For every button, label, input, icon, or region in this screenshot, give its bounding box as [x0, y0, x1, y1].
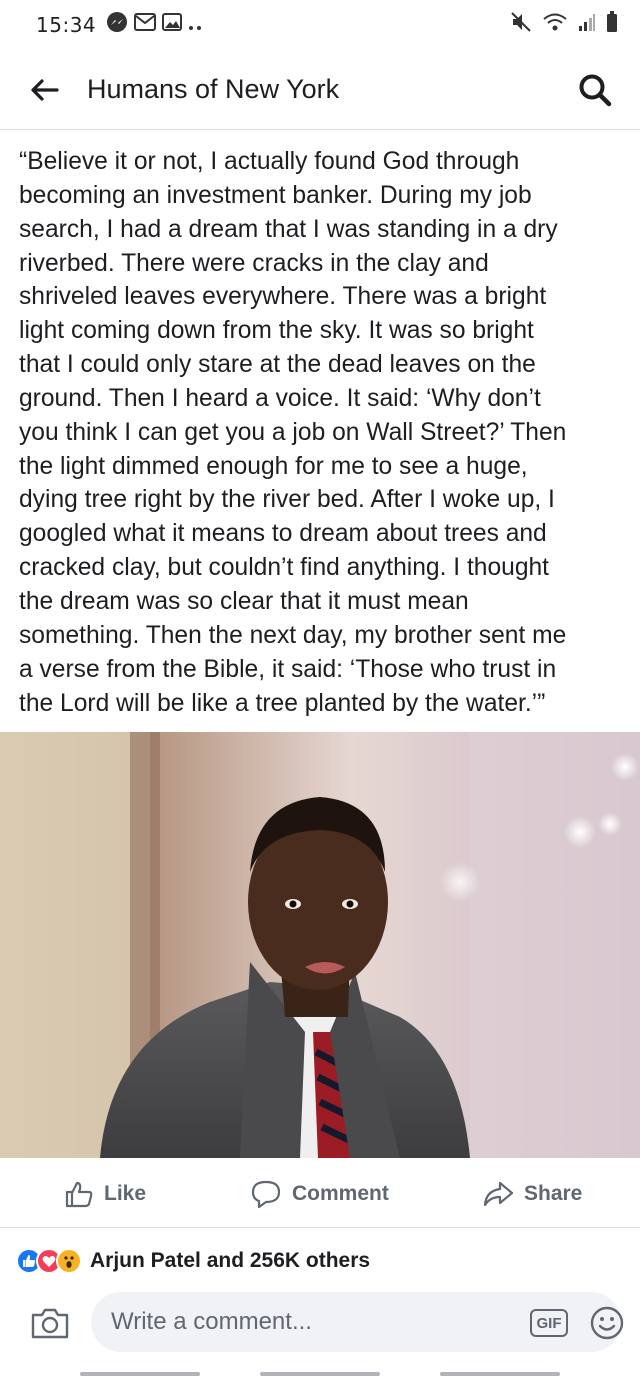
nav-segment-center[interactable] [260, 1372, 380, 1376]
post-action-bar: Like Comment Share [0, 1160, 640, 1228]
camera-button[interactable] [28, 1301, 72, 1345]
wifi-icon [542, 12, 568, 38]
share-arrow-icon [483, 1181, 514, 1206]
back-button[interactable] [14, 60, 74, 120]
reactions-summary[interactable]: Arjun Patel and 256K others [16, 1244, 370, 1278]
speech-bubble-icon [251, 1180, 281, 1208]
comment-input-placeholder: Write a comment... [111, 1308, 312, 1335]
like-label: Like [104, 1181, 147, 1205]
like-button[interactable]: Like [64, 1179, 146, 1209]
gif-button[interactable]: GIF [530, 1309, 568, 1337]
gallery-icon [162, 13, 183, 37]
comment-label: Comment [292, 1181, 389, 1205]
page-title: Humans of New York [87, 74, 340, 104]
thumbs-up-icon [65, 1181, 93, 1207]
comment-button[interactable]: Comment [250, 1179, 389, 1209]
reaction-icons [16, 1248, 82, 1274]
nav-segment-left[interactable] [80, 1372, 200, 1376]
search-button[interactable] [570, 65, 620, 115]
mute-icon [510, 11, 532, 39]
wow-reaction-icon [56, 1248, 82, 1274]
status-bar: 15:34 [0, 0, 640, 50]
status-time: 15:34 [36, 13, 97, 37]
portrait-photo-image [0, 732, 640, 1158]
smiley-icon [590, 1306, 624, 1340]
app-bar: Humans of New York [0, 50, 640, 130]
emoji-button[interactable] [590, 1306, 624, 1340]
back-arrow-icon [31, 78, 59, 101]
share-label: Share [524, 1181, 583, 1205]
camera-icon [31, 1308, 69, 1339]
post-photo[interactable] [0, 732, 640, 1158]
more-dots-icon [188, 14, 202, 37]
post-text: “Believe it or not, I actually found God… [19, 148, 567, 717]
share-button[interactable]: Share [482, 1180, 582, 1208]
reactions-summary-text: Arjun Patel and 256K others [90, 1249, 371, 1272]
messenger-icon [106, 11, 128, 39]
status-right-icons [510, 11, 618, 39]
status-left-icons [106, 11, 202, 39]
gmail-icon [134, 13, 157, 37]
system-navigation-bar [0, 1360, 640, 1386]
comment-composer: Write a comment... GIF [0, 1290, 640, 1356]
signal-icon [578, 12, 596, 38]
battery-icon [606, 11, 618, 39]
search-icon [579, 74, 612, 106]
nav-segment-right[interactable] [440, 1372, 560, 1376]
